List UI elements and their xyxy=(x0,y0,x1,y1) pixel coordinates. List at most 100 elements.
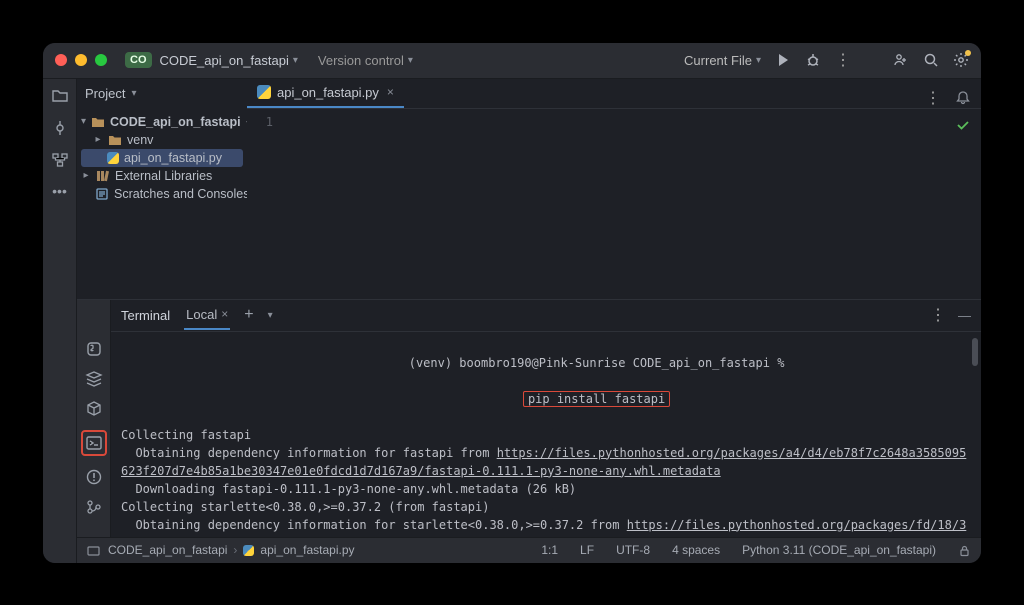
terminal-tab-local[interactable]: Local × xyxy=(184,301,230,330)
tree-external-libs[interactable]: ▸ External Libraries xyxy=(77,167,247,185)
ide-window: CO CODE_api_on_fastapi ▾ Version control… xyxy=(43,43,981,563)
chevron-right-icon: ▸ xyxy=(93,134,103,145)
close-tab-button[interactable]: × xyxy=(387,85,394,99)
terminal-tab-label: Local xyxy=(186,307,217,322)
bottom-tool-rail xyxy=(77,300,111,537)
tree-venv[interactable]: ▸ venv xyxy=(77,131,247,149)
project-name: CODE_api_on_fastapi xyxy=(160,53,289,68)
terminal-line: Obtaining dependency information for fas… xyxy=(121,444,971,480)
code-with-me-icon[interactable] xyxy=(893,52,909,68)
tab-label: api_on_fastapi.py xyxy=(277,85,379,100)
more-actions-button[interactable]: ⋮ xyxy=(835,50,851,70)
line-number: 1 xyxy=(247,115,273,129)
project-tree[interactable]: ▾ CODE_api_on_fastapi ~/Do ▸ venv xyxy=(77,109,247,299)
terminal-command: pip install fastapi xyxy=(523,391,670,407)
commit-tool-icon[interactable] xyxy=(51,119,69,137)
editor-gutter: 1 xyxy=(247,109,281,299)
terminal-prompt-line: (venv) boombro190@Pink-Sunrise CODE_api_… xyxy=(121,336,971,426)
tree-item-label: venv xyxy=(127,133,153,147)
terminal-line: Collecting fastapi xyxy=(121,426,971,444)
run-config-selector[interactable]: Current File ▾ xyxy=(684,53,761,68)
tree-root-name: CODE_api_on_fastapi xyxy=(110,115,241,129)
tree-file-selected[interactable]: api_on_fastapi.py xyxy=(81,149,243,167)
minimize-window-button[interactable] xyxy=(75,54,87,66)
notifications-icon[interactable] xyxy=(955,90,971,106)
terminal-tabs: Terminal Local × + ▾ ⋮ — xyxy=(111,300,981,332)
version-control-label: Version control xyxy=(318,53,404,68)
line-separator[interactable]: LF xyxy=(580,543,594,557)
editor-tabs: api_on_fastapi.py × ⋮ xyxy=(247,79,981,109)
indent-setting[interactable]: 4 spaces xyxy=(672,543,720,557)
new-terminal-button[interactable]: + xyxy=(244,306,253,324)
titlebar: CO CODE_api_on_fastapi ▾ Version control… xyxy=(43,43,981,79)
scrollbar-thumb[interactable] xyxy=(972,338,978,366)
chevron-right-icon: ▸ xyxy=(81,170,91,181)
settings-icon[interactable] xyxy=(953,52,969,68)
debug-button[interactable] xyxy=(805,52,821,68)
inspection-ok-icon[interactable] xyxy=(955,117,971,133)
project-badge: CO xyxy=(125,52,152,68)
terminal-body: Terminal Local × + ▾ ⋮ — xyxy=(111,300,981,537)
version-control-tool-icon[interactable] xyxy=(85,498,103,516)
chevron-down-icon: ▾ xyxy=(131,88,136,99)
project-tool-header[interactable]: Project ▾ xyxy=(77,79,247,109)
project-selector[interactable]: CODE_api_on_fastapi ▾ xyxy=(160,53,298,68)
terminal-more-button[interactable]: ⋮ xyxy=(930,305,946,325)
editor-more-button[interactable]: ⋮ xyxy=(925,88,941,108)
chevron-down-icon: ▾ xyxy=(756,55,761,66)
status-bar: CODE_api_on_fastapi › api_on_fastapi.py … xyxy=(77,537,981,563)
terminal-line: Collecting starlette<0.38.0,>=0.37.2 (fr… xyxy=(121,498,971,516)
terminal-line: Downloading fastapi-0.111.1-py3-none-any… xyxy=(121,480,971,498)
project-tool-label: Project xyxy=(85,86,125,101)
tab-api-on-fastapi[interactable]: api_on_fastapi.py × xyxy=(247,79,404,108)
terminal-tool-icon[interactable] xyxy=(81,430,107,456)
tree-root[interactable]: ▾ CODE_api_on_fastapi ~/Do xyxy=(77,113,247,131)
chevron-down-icon: ▾ xyxy=(293,55,298,66)
python-interpreter[interactable]: Python 3.11 (CODE_api_on_fastapi) xyxy=(742,543,936,557)
terminal-prompt: (venv) boombro190@Pink-Sunrise CODE_api_… xyxy=(409,356,785,370)
file-encoding[interactable]: UTF-8 xyxy=(616,543,650,557)
terminal-panel: Terminal Local × + ▾ ⋮ — xyxy=(77,299,981,537)
python-file-icon xyxy=(107,152,119,164)
run-button[interactable] xyxy=(775,52,791,68)
zoom-window-button[interactable] xyxy=(95,54,107,66)
version-control-menu[interactable]: Version control ▾ xyxy=(318,53,413,68)
search-icon[interactable] xyxy=(923,52,939,68)
project-tool-icon[interactable] xyxy=(51,87,69,105)
breadcrumb[interactable]: CODE_api_on_fastapi › api_on_fastapi.py xyxy=(108,543,355,557)
folder-icon xyxy=(108,133,122,147)
content-area: Project ▾ api_on_fastapi.py × ⋮ xyxy=(77,79,981,563)
python-file-icon xyxy=(243,545,254,556)
more-tools-icon[interactable]: ••• xyxy=(52,183,67,199)
terminal-line: Obtaining dependency information for sta… xyxy=(121,516,971,537)
breadcrumb-file: api_on_fastapi.py xyxy=(260,543,354,557)
breadcrumb-separator: › xyxy=(233,543,237,557)
chevron-down-icon: ▾ xyxy=(81,116,86,127)
python-console-icon[interactable] xyxy=(85,340,103,358)
close-tab-button[interactable]: × xyxy=(221,307,228,321)
top-row: Project ▾ api_on_fastapi.py × ⋮ xyxy=(77,79,981,109)
main-area: ••• Project ▾ api_on_fastapi.py × ⋮ xyxy=(43,79,981,563)
terminal-title: Terminal xyxy=(121,308,170,323)
folder-icon xyxy=(87,544,100,557)
library-icon xyxy=(96,169,110,183)
hide-terminal-button[interactable]: — xyxy=(958,308,971,323)
scratches-icon xyxy=(95,187,109,201)
tree-item-label: External Libraries xyxy=(115,169,212,183)
run-config-label: Current File xyxy=(684,53,752,68)
python-packages-icon[interactable] xyxy=(85,400,103,418)
structure-tool-icon[interactable] xyxy=(51,151,69,169)
lock-icon[interactable] xyxy=(958,544,971,557)
code-editor[interactable]: 1 xyxy=(247,109,981,299)
tree-item-label: api_on_fastapi.py xyxy=(124,151,222,165)
python-file-icon xyxy=(257,85,271,99)
cursor-position[interactable]: 1:1 xyxy=(541,543,558,557)
folder-icon xyxy=(91,115,105,129)
terminal-output[interactable]: (venv) boombro190@Pink-Sunrise CODE_api_… xyxy=(111,332,981,537)
chevron-down-icon[interactable]: ▾ xyxy=(268,310,273,321)
tree-scratches[interactable]: Scratches and Consoles xyxy=(77,185,247,203)
close-window-button[interactable] xyxy=(55,54,67,66)
problems-icon[interactable] xyxy=(85,468,103,486)
window-controls xyxy=(55,54,107,66)
services-icon[interactable] xyxy=(85,370,103,388)
